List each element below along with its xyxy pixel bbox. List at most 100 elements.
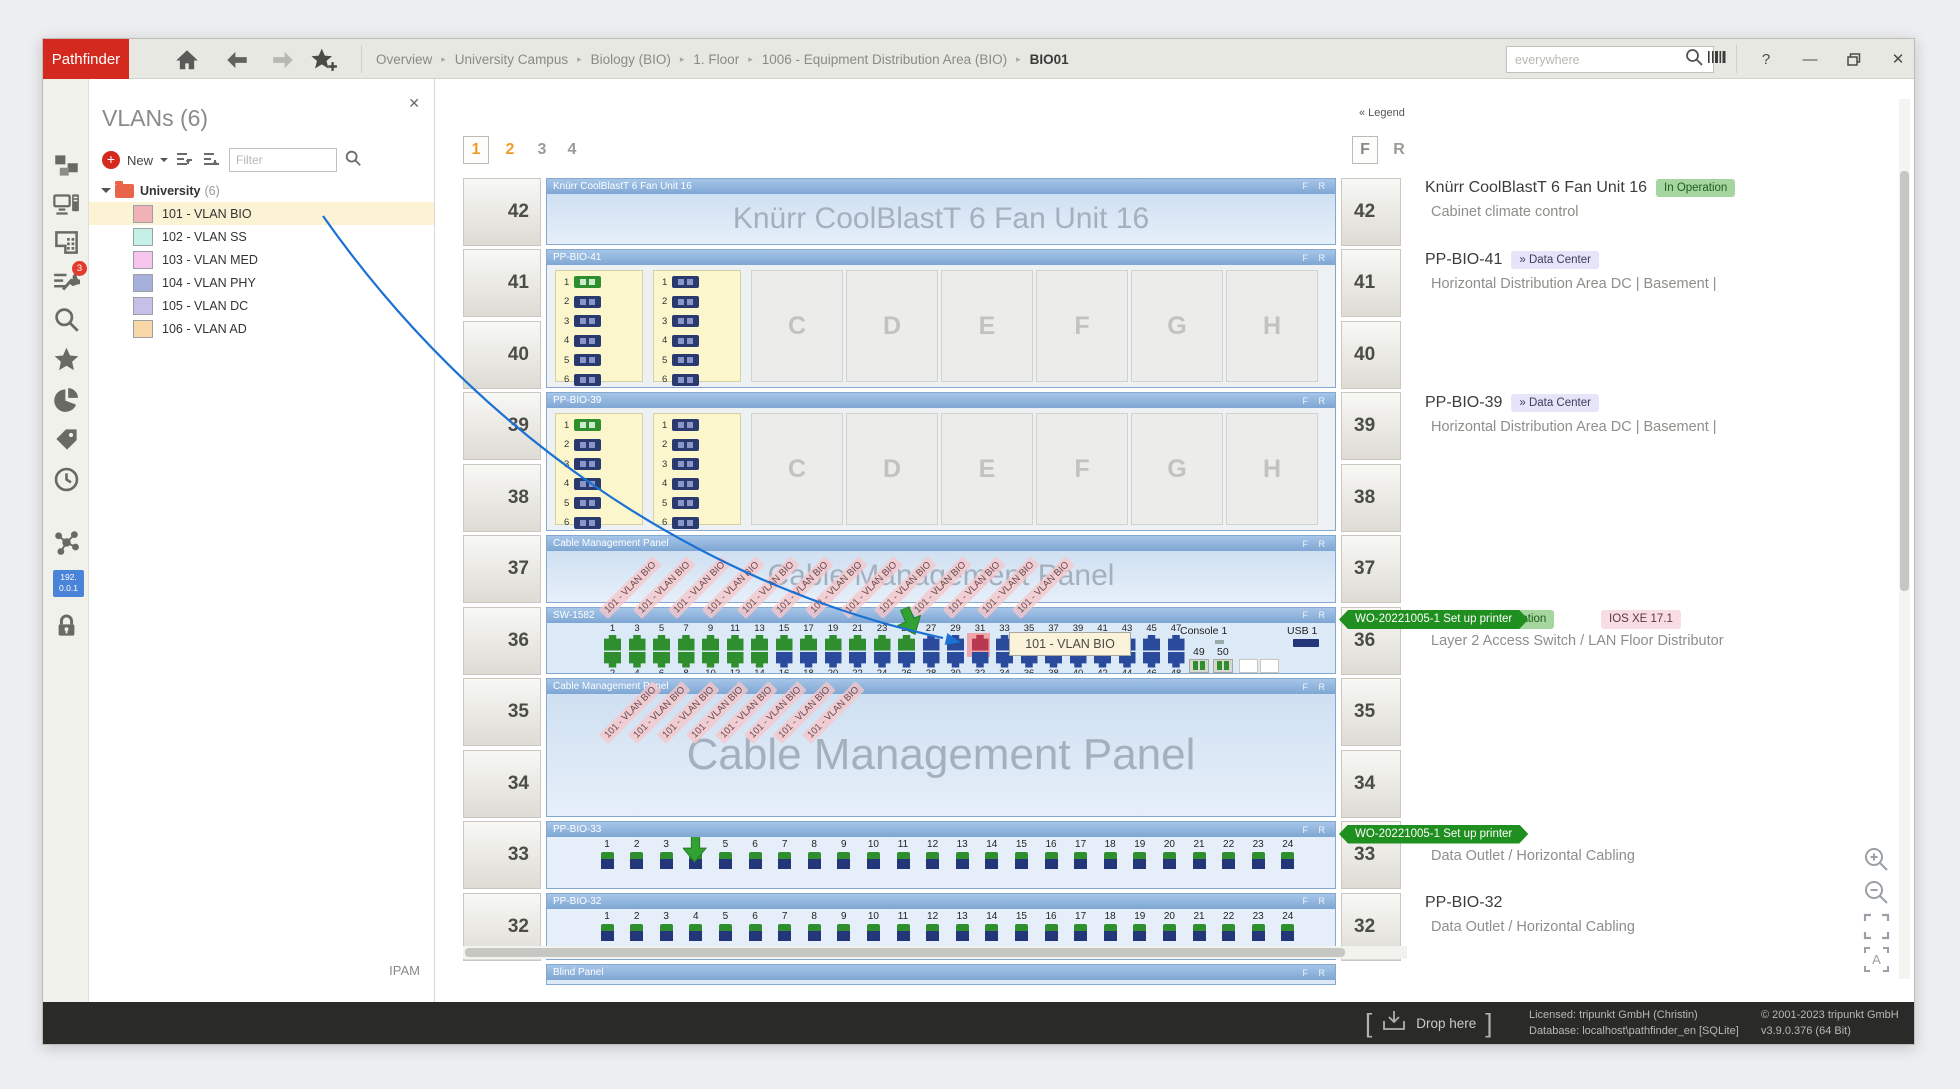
legend-toggle[interactable]: « Legend xyxy=(1359,107,1405,119)
outlet-port-9[interactable] xyxy=(837,924,850,941)
module-port-row[interactable]: 4 xyxy=(662,334,699,348)
barcode-icon[interactable] xyxy=(1704,49,1732,70)
empty-sfp-slot[interactable] xyxy=(1260,659,1279,673)
device-front-rear-toggle[interactable]: F R xyxy=(1303,896,1330,906)
module-port-row[interactable]: 3 xyxy=(564,457,601,471)
switch-port-48[interactable] xyxy=(1168,652,1185,668)
module-port-row[interactable]: 4 xyxy=(564,334,601,348)
breadcrumb-item[interactable]: University Campus xyxy=(455,52,568,67)
device-front-rear-toggle[interactable]: F R xyxy=(1303,968,1330,978)
switch-port-4[interactable] xyxy=(629,652,646,668)
zoom-out-icon[interactable] xyxy=(1863,879,1890,906)
outlet-port-9[interactable] xyxy=(837,852,850,869)
duplex-port-icon[interactable] xyxy=(574,517,601,529)
console-port[interactable] xyxy=(1215,640,1224,644)
module-port-row[interactable]: 2 xyxy=(564,438,601,452)
empty-slot-E[interactable]: E xyxy=(941,270,1033,382)
duplex-port-icon[interactable] xyxy=(574,497,601,509)
outlet-port-column[interactable]: 22 xyxy=(1216,839,1242,888)
front-view-button[interactable]: F xyxy=(1352,136,1378,164)
outlet-port-column[interactable]: 24 xyxy=(1275,839,1301,888)
module-port-row[interactable]: 3 xyxy=(564,314,601,328)
duplex-port-icon[interactable] xyxy=(672,517,699,529)
filter-input[interactable] xyxy=(229,148,337,172)
outlet-port-column[interactable]: 17 xyxy=(1068,839,1094,888)
patch-module[interactable]: 123456 xyxy=(555,413,643,525)
new-plus-icon[interactable]: + xyxy=(102,151,120,169)
tree-item-vlan[interactable]: 104 - VLAN PHY xyxy=(89,271,434,294)
sidebar-item-tags[interactable] xyxy=(53,426,80,453)
outlet-port-23[interactable] xyxy=(1252,852,1265,869)
duplex-port-icon[interactable] xyxy=(574,335,601,347)
outlet-port-2[interactable] xyxy=(630,852,643,869)
outlet-port-column[interactable]: 4 xyxy=(683,839,709,888)
switch-port-46[interactable] xyxy=(1143,652,1160,668)
outlet-port-8[interactable] xyxy=(808,852,821,869)
duplex-port-icon[interactable] xyxy=(574,276,601,288)
duplex-port-icon[interactable] xyxy=(672,497,699,509)
breadcrumb-item[interactable]: 1006 - Equipment Distribution Area (BIO) xyxy=(762,52,1007,67)
device-front-rear-toggle[interactable]: F R xyxy=(1303,610,1330,620)
outlet-port-14[interactable] xyxy=(985,852,998,869)
add-favorite-icon[interactable] xyxy=(309,47,341,73)
device-front-rear-toggle[interactable]: F R xyxy=(1303,825,1330,835)
chevron-down-icon[interactable] xyxy=(160,158,168,166)
sidebar-item-topology[interactable] xyxy=(53,529,80,556)
outlet-port-column[interactable]: 18 xyxy=(1097,839,1123,888)
switch-port-45[interactable] xyxy=(1143,635,1160,651)
switch-port-22[interactable] xyxy=(849,652,866,668)
outlet-port-23[interactable] xyxy=(1252,924,1265,941)
outlet-port-column[interactable]: 21 xyxy=(1186,839,1212,888)
module-port-row[interactable]: 5 xyxy=(564,496,601,510)
outlet-port-3[interactable] xyxy=(660,852,673,869)
outlet-port-13[interactable] xyxy=(956,924,969,941)
switch-port-17[interactable] xyxy=(800,635,817,651)
outlet-port-7[interactable] xyxy=(778,852,791,869)
outlet-port-column[interactable]: 1 xyxy=(594,839,620,888)
patch-module[interactable]: 123456 xyxy=(653,270,741,382)
module-port-row[interactable]: 1 xyxy=(662,418,699,432)
module-port-row[interactable]: 1 xyxy=(662,275,699,289)
module-port-row[interactable]: 5 xyxy=(564,353,601,367)
module-port-row[interactable]: 4 xyxy=(564,477,601,491)
outlet-port-column[interactable]: 11 xyxy=(890,839,916,888)
duplex-port-icon[interactable] xyxy=(672,276,699,288)
outlet-port-column[interactable]: 20 xyxy=(1156,839,1182,888)
home-icon[interactable] xyxy=(174,47,200,73)
duplex-port-icon[interactable] xyxy=(672,478,699,490)
outlet-port-17[interactable] xyxy=(1074,852,1087,869)
duplex-port-icon[interactable] xyxy=(574,458,601,470)
outlet-port-11[interactable] xyxy=(897,924,910,941)
sidebar-item-ipam[interactable]: 192.0.0.1 xyxy=(53,570,80,597)
close-panel-icon[interactable]: ✕ xyxy=(408,95,420,112)
horizontal-scrollbar[interactable] xyxy=(463,946,1407,959)
switch-port-21[interactable] xyxy=(849,635,866,651)
outlet-port-12[interactable] xyxy=(926,924,939,941)
outlet-port-15[interactable] xyxy=(1015,924,1028,941)
outlet-port-column[interactable]: 19 xyxy=(1127,839,1153,888)
outlet-port-20[interactable] xyxy=(1163,852,1176,869)
outlet-port-7[interactable] xyxy=(778,924,791,941)
switch-port-7[interactable] xyxy=(678,635,695,651)
sidebar-item-history[interactable] xyxy=(53,466,80,493)
duplex-port-icon[interactable] xyxy=(574,354,601,366)
duplex-port-icon[interactable] xyxy=(672,354,699,366)
help-button[interactable]: ? xyxy=(1751,47,1781,71)
fullscreen-icon[interactable] xyxy=(1863,913,1890,940)
tree-root-university[interactable]: University(6) xyxy=(89,179,434,202)
patch-module[interactable]: 123456 xyxy=(653,413,741,525)
tree-item-vlan[interactable]: 101 - VLAN BIO xyxy=(89,202,434,225)
minimize-button[interactable]: — xyxy=(1795,47,1825,71)
drop-zone[interactable]: [ Drop here ] xyxy=(1365,1002,1493,1044)
device-pp-bio-41[interactable]: PP-BIO-41F R123456123456CDEFGH xyxy=(546,249,1336,388)
device-front-rear-toggle[interactable]: F R xyxy=(1303,181,1330,191)
outlet-port-12[interactable] xyxy=(926,852,939,869)
tree-item-vlan[interactable]: 105 - VLAN DC xyxy=(89,294,434,317)
empty-slot-D[interactable]: D xyxy=(846,270,938,382)
module-port-row[interactable]: 6 xyxy=(662,516,699,530)
empty-slot-E[interactable]: E xyxy=(941,413,1033,525)
switch-port-15[interactable] xyxy=(776,635,793,651)
page-button-1[interactable]: 1 xyxy=(463,136,489,164)
outlet-port-5[interactable] xyxy=(719,924,732,941)
outlet-port-column[interactable]: 10 xyxy=(860,839,886,888)
